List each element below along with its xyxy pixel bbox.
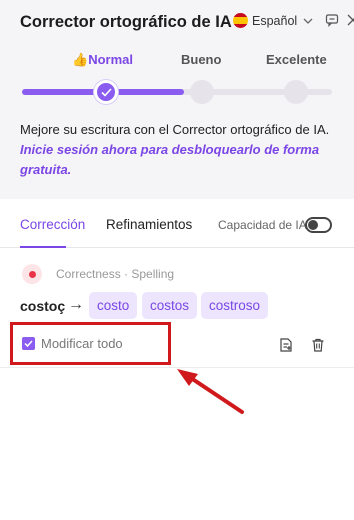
suggestion-chip[interactable]: costroso	[201, 292, 269, 319]
issue-category: Correctness · Spelling	[56, 267, 175, 281]
add-to-dictionary-icon[interactable]	[278, 337, 294, 353]
tab-refinamientos[interactable]: Refinamientos	[106, 217, 192, 232]
step-normal[interactable]: 👍Normal	[72, 52, 133, 68]
suggestion-chip[interactable]: costos	[142, 292, 198, 319]
level-steps: 👍Normal Bueno Excelente	[20, 52, 334, 70]
language-selector[interactable]: Español	[233, 13, 314, 28]
original-word: costoç	[20, 298, 66, 314]
ai-capacity-label: Capacidad de IA	[218, 218, 307, 232]
suggestion-chip[interactable]: costo	[89, 292, 138, 319]
thumbs-up-icon: 👍	[72, 52, 89, 67]
description: Mejore su escritura con el Corrector ort…	[20, 122, 330, 177]
spain-flag-icon	[233, 13, 248, 28]
language-label: Español	[252, 13, 298, 28]
step-bueno[interactable]: Bueno	[181, 52, 221, 67]
tab-bar: Corrección Refinamientos Capacidad de IA	[0, 205, 354, 248]
trash-icon[interactable]	[310, 337, 326, 353]
highlight-box	[10, 322, 171, 365]
check-icon	[100, 87, 112, 97]
feedback-icon[interactable]	[325, 13, 339, 27]
active-tab-indicator	[20, 246, 66, 248]
error-indicator	[22, 264, 42, 284]
step-excelente[interactable]: Excelente	[266, 52, 327, 67]
login-link[interactable]: Inicie sesión ahora para desbloquearlo d…	[20, 142, 319, 177]
tab-correccion[interactable]: Corrección	[20, 217, 85, 232]
app-title: Corrector ortográfico de IA	[20, 13, 232, 31]
close-icon[interactable]	[346, 13, 354, 27]
error-dot	[28, 270, 36, 278]
step-knob-normal[interactable]	[94, 80, 118, 104]
arrow-right-icon: →	[68, 296, 84, 313]
header-panel: Corrector ortográfico de IA Español 👍Nor…	[0, 0, 354, 199]
divider	[0, 367, 354, 368]
step-knob-excelente[interactable]	[284, 80, 308, 104]
ai-capacity-toggle[interactable]	[305, 217, 332, 233]
chevron-down-icon	[303, 18, 313, 24]
step-knob-bueno[interactable]	[190, 80, 214, 104]
